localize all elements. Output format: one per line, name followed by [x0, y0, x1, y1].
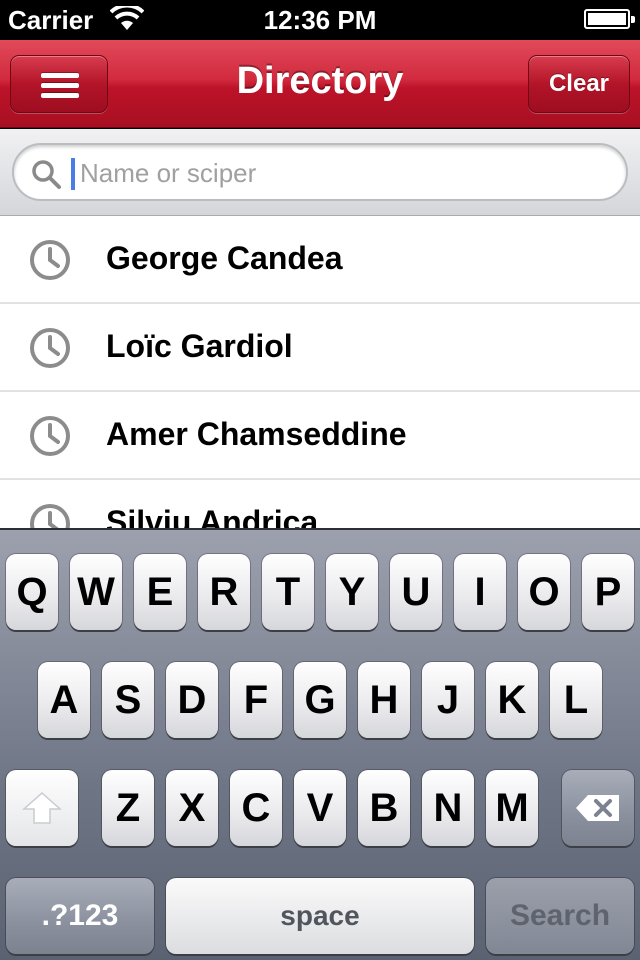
search-icon — [32, 160, 61, 189]
key-d[interactable]: D — [166, 662, 218, 738]
key-n[interactable]: N — [422, 770, 474, 846]
shift-key[interactable] — [6, 770, 78, 846]
list-item[interactable]: George Candea — [0, 216, 640, 304]
key-w[interactable]: W — [70, 554, 122, 630]
backspace-icon — [576, 795, 619, 821]
list-item-name: George Candea — [106, 240, 343, 276]
battery-icon — [584, 9, 635, 29]
key-o[interactable]: O — [518, 554, 570, 630]
key-t[interactable]: T — [262, 554, 314, 630]
search-field[interactable] — [12, 143, 628, 201]
clock-icon — [30, 328, 70, 368]
navigation-bar: Directory Clear — [0, 40, 640, 128]
key-y[interactable]: Y — [326, 554, 378, 630]
key-r[interactable]: R — [198, 554, 250, 630]
key-g[interactable]: G — [294, 662, 346, 738]
key-p[interactable]: P — [582, 554, 634, 630]
key-l[interactable]: L — [550, 662, 602, 738]
list-item-name: Loïc Gardiol — [106, 328, 293, 364]
clock-icon — [30, 504, 70, 528]
list-item[interactable]: Amer Chamseddine — [0, 392, 640, 480]
list-item[interactable]: Loïc Gardiol — [0, 304, 640, 392]
list-item-name: Silviu Andrica — [106, 504, 319, 528]
search-bar — [0, 129, 640, 216]
keyboard: Q W E R T Y U I O P A S D F G H J K L Z … — [0, 528, 640, 960]
search-key[interactable]: Search — [486, 878, 634, 954]
list-item[interactable]: Silviu Andrica — [0, 480, 640, 528]
key-i[interactable]: I — [454, 554, 506, 630]
key-a[interactable]: A — [38, 662, 90, 738]
status-time: 12:36 PM — [263, 5, 377, 35]
key-z[interactable]: Z — [102, 770, 154, 846]
text-cursor — [71, 158, 75, 190]
clock-icon — [30, 240, 70, 280]
key-u[interactable]: U — [390, 554, 442, 630]
recent-searches-list: George Candea Loïc Gardiol Amer Chamsedd… — [0, 216, 640, 528]
key-e[interactable]: E — [134, 554, 186, 630]
key-m[interactable]: M — [486, 770, 538, 846]
key-x[interactable]: X — [166, 770, 218, 846]
key-j[interactable]: J — [422, 662, 474, 738]
search-input[interactable] — [80, 153, 600, 193]
status-bar: Carrier 12:36 PM — [0, 0, 640, 40]
shift-icon — [22, 791, 62, 824]
numbers-key[interactable]: .?123 — [6, 878, 154, 954]
key-q[interactable]: Q — [6, 554, 58, 630]
key-b[interactable]: B — [358, 770, 410, 846]
list-item-name: Amer Chamseddine — [106, 416, 407, 452]
space-key[interactable]: space — [166, 878, 474, 954]
key-f[interactable]: F — [230, 662, 282, 738]
clock-icon — [30, 416, 70, 456]
key-v[interactable]: V — [294, 770, 346, 846]
key-k[interactable]: K — [486, 662, 538, 738]
key-s[interactable]: S — [102, 662, 154, 738]
key-c[interactable]: C — [230, 770, 282, 846]
key-h[interactable]: H — [358, 662, 410, 738]
delete-key[interactable] — [562, 770, 634, 846]
clear-button[interactable]: Clear — [528, 55, 630, 113]
